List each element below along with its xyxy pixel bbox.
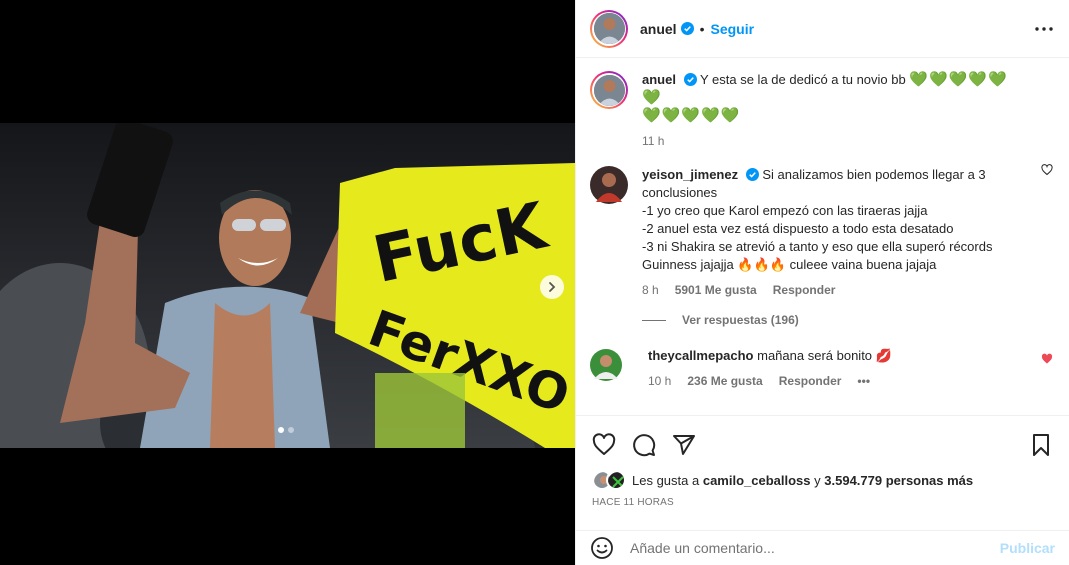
caption-text: Y esta se la de dedicó a tu novio bb <box>699 72 906 87</box>
likes-prefix: Les gusta a <box>632 472 700 488</box>
reply-button[interactable]: Responder <box>773 281 836 299</box>
comment-likes[interactable]: 236 Me gusta <box>687 372 762 390</box>
comment-text: mañana será bonito <box>757 348 873 363</box>
comment-time[interactable]: 10 h <box>648 372 671 390</box>
heart-icon <box>592 432 616 455</box>
separator-dot: • <box>699 20 705 37</box>
post-modal: FucK FerXXO anuel • Seguir anuel Y esta … <box>0 0 1069 565</box>
save-button[interactable] <box>1027 431 1055 459</box>
emoji-button[interactable] <box>590 536 614 560</box>
post-timestamp[interactable]: HACE 11 HORAS <box>592 497 674 508</box>
comment-button[interactable] <box>630 431 658 459</box>
post-header: anuel • Seguir <box>576 0 1069 58</box>
follow-button[interactable]: Seguir <box>710 21 754 37</box>
caption-time[interactable]: 11 h <box>642 132 664 150</box>
carousel-dot <box>278 427 284 433</box>
author-username[interactable]: anuel <box>640 21 677 37</box>
comments-list[interactable]: anuel Y esta se la de dedicó a tu novio … <box>576 59 1069 415</box>
comment-text: Guinness jajajja <box>642 257 734 272</box>
likes-joiner: y <box>814 472 821 488</box>
carousel-indicator <box>278 427 294 433</box>
chevron-right-icon <box>549 282 556 292</box>
view-replies-button[interactable]: Ver respuestas (196) <box>642 313 1055 327</box>
avatar <box>593 13 625 44</box>
comment-username[interactable]: yeison_jimenez <box>642 167 738 182</box>
comment-likes[interactable]: 5901 Me gusta <box>675 281 757 299</box>
send-icon <box>673 434 695 455</box>
comment-username[interactable]: theycallmepacho <box>648 348 754 363</box>
caption-username[interactable]: anuel <box>642 72 676 87</box>
author-avatar-ring[interactable] <box>590 9 628 48</box>
comment-more-button[interactable]: ••• <box>857 372 870 390</box>
caption-avatar[interactable] <box>590 71 628 109</box>
comment-item: theycallmepacho mañana será bonito 💋 10 … <box>590 327 1055 390</box>
verified-badge-icon <box>683 73 697 86</box>
comment-text: -3 ni Shakira se atrevió a tanto y eso q… <box>642 239 993 254</box>
caption-emoji: 💚💚💚💚💚 <box>642 107 741 124</box>
avatar <box>593 74 625 106</box>
bookmark-icon <box>1033 433 1049 456</box>
avatar[interactable] <box>606 470 626 490</box>
next-image-button[interactable] <box>540 275 564 299</box>
likes-summary: Les gusta a camilo_ceballoss y 3.594.779… <box>592 470 1055 490</box>
comment-emoji: 🔥🔥🔥 <box>737 257 786 272</box>
comment-text: culeee vaina buena jajaja <box>789 257 937 272</box>
liker-username[interactable]: camilo_ceballoss <box>703 473 811 488</box>
view-replies-label: Ver respuestas (196) <box>682 313 799 327</box>
comment-item: yeison_jimenez Si analizamos bien podemo… <box>590 150 1055 299</box>
smiley-icon <box>591 537 613 559</box>
verified-badge-icon <box>680 22 694 35</box>
more-options-button[interactable] <box>1033 18 1055 40</box>
like-button[interactable] <box>590 431 618 459</box>
commenter-avatar[interactable] <box>590 347 628 385</box>
comment-input[interactable] <box>630 540 990 556</box>
comment-emoji: 💋 <box>875 348 892 363</box>
more-horizontal-icon <box>1035 27 1053 31</box>
post-details-panel: anuel • Seguir anuel Y esta se la de ded… <box>575 0 1069 565</box>
likes-text: Les gusta a camilo_ceballoss y 3.594.779… <box>632 473 973 488</box>
liked-comment-heart-icon[interactable] <box>1041 353 1053 365</box>
like-comment-icon[interactable] <box>1041 164 1053 176</box>
add-comment-bar: Publicar <box>576 530 1069 565</box>
action-bar <box>576 415 1069 473</box>
verified-badge-icon <box>745 168 759 181</box>
publish-button[interactable]: Publicar <box>1000 540 1055 556</box>
commenter-avatar[interactable] <box>590 166 628 204</box>
likes-count[interactable]: 3.594.779 personas más <box>824 473 973 488</box>
carousel-dot <box>288 427 294 433</box>
comment-text: -1 yo creo que Karol empezó con las tira… <box>642 203 928 218</box>
share-button[interactable] <box>670 431 698 459</box>
caption: anuel Y esta se la de dedicó a tu novio … <box>590 59 1055 150</box>
post-photo[interactable]: FucK FerXXO <box>0 123 575 448</box>
comment-time[interactable]: 8 h <box>642 281 659 299</box>
media-viewer: FucK FerXXO <box>0 0 575 565</box>
reply-button[interactable]: Responder <box>779 372 842 390</box>
comment-text: -2 anuel esta vez está dispuesto a todo … <box>642 221 954 236</box>
comment-icon <box>633 433 656 456</box>
